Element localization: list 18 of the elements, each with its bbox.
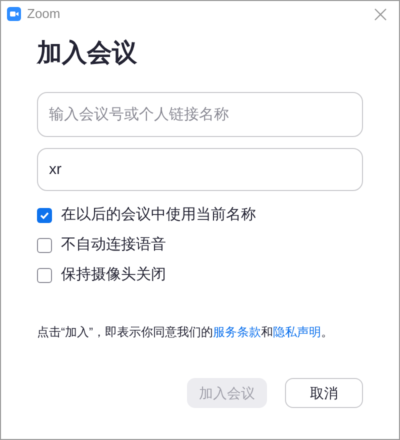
checkbox[interactable] [37,208,52,222]
checkbox-label: 不自动连接语音 [61,234,166,255]
checkbox[interactable] [37,268,52,282]
checkbox-label: 在以后的会议中使用当前名称 [61,204,256,225]
close-icon [374,8,387,20]
app-logo-icon [7,7,21,21]
window-title: Zoom [27,5,60,24]
close-button[interactable] [374,8,387,20]
checkbox-label: 保持摄像头关闭 [61,264,166,285]
dialog-heading: 加入会议 [37,38,138,69]
cancel-button[interactable]: 取消 [285,378,363,408]
terms-link[interactable]: 服务条款 [213,325,261,339]
checkmark-icon [39,210,50,220]
terms-text: 点击“加入”，即表示你同意我们的服务条款和隐私声明。 [37,324,334,341]
privacy-link[interactable]: 隐私声明 [273,325,321,339]
name-field[interactable]: xr [37,148,363,191]
checkbox[interactable] [37,238,52,252]
meeting-id-field[interactable]: 输入会议号或个人链接名称 [37,92,363,137]
